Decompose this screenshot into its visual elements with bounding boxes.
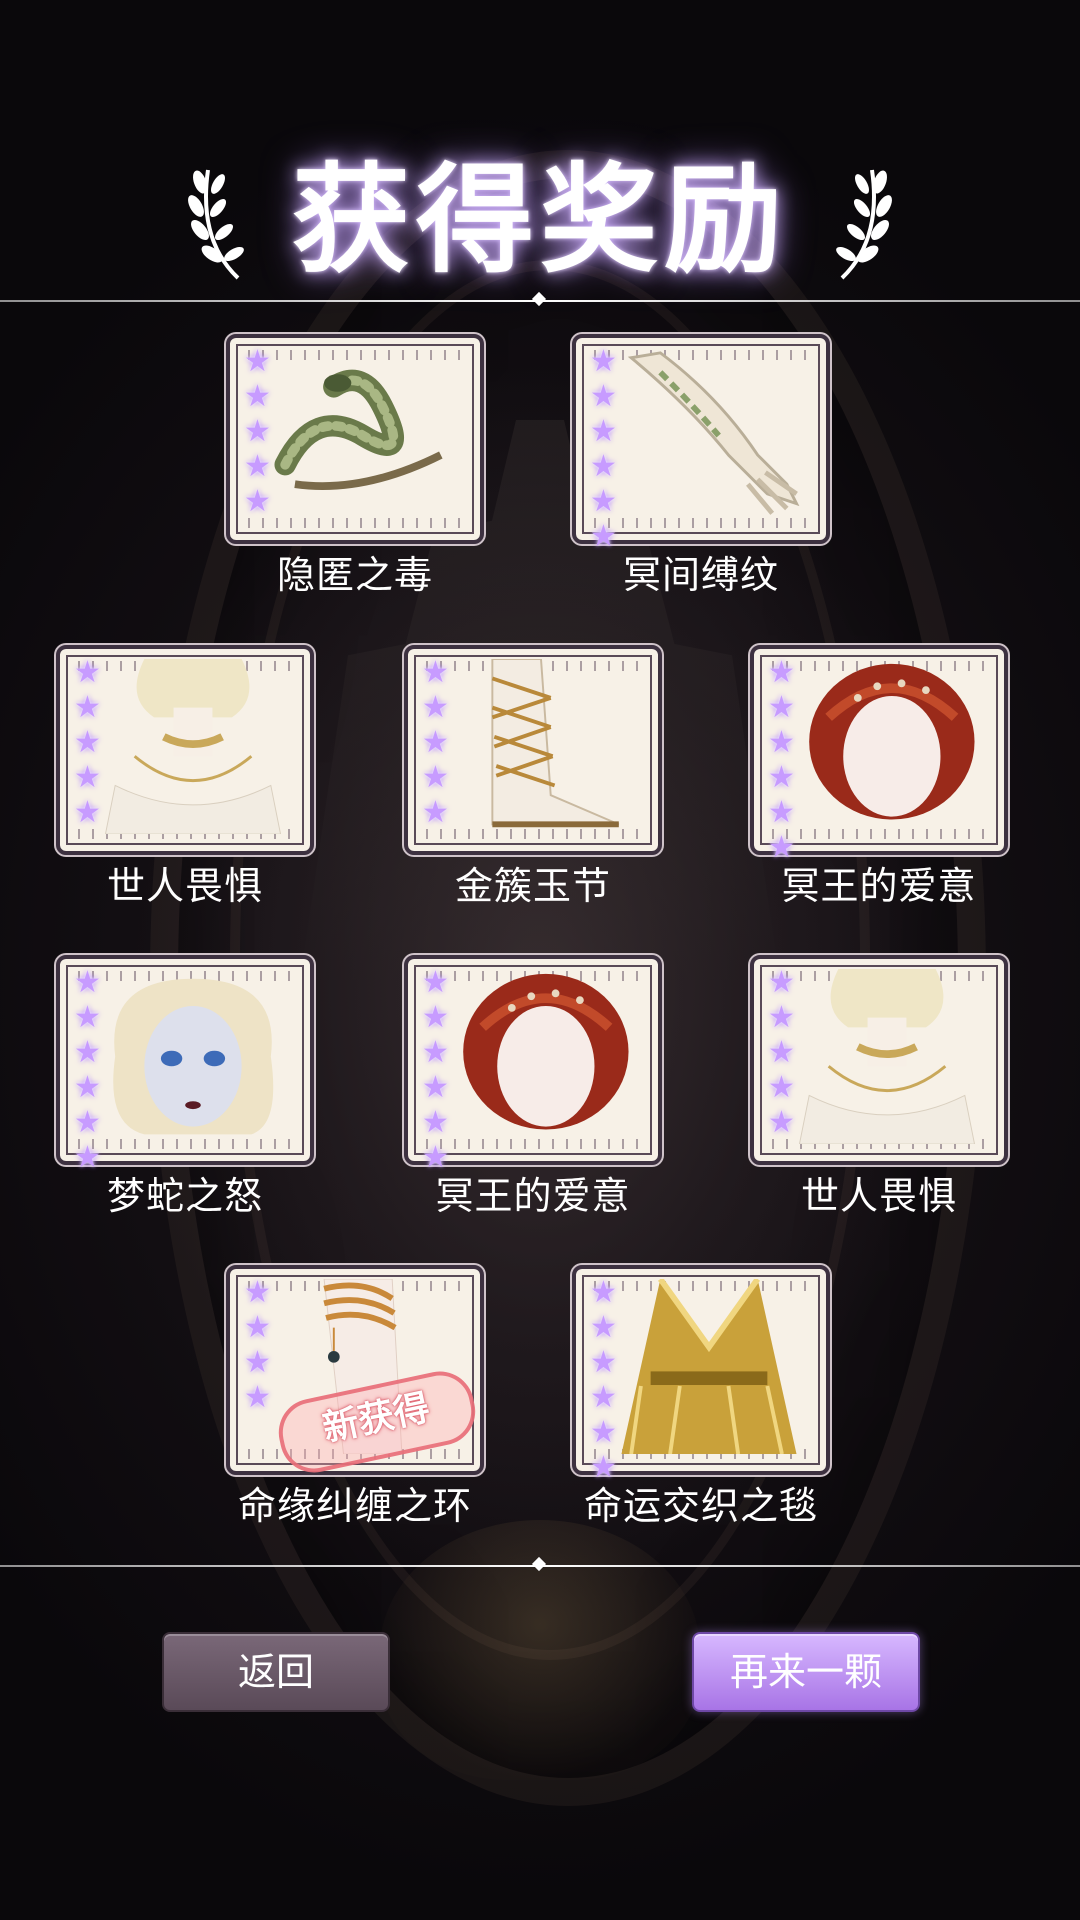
reward-card[interactable]: ★★★★★★ 命运交织之毯 (572, 1265, 830, 1528)
star-icon: ★★★★★ (418, 655, 453, 830)
rarity-stars: ★★★★★ (418, 655, 453, 830)
reward-name: 世人畏惧 (800, 1174, 957, 1218)
reward-name: 世人畏惧 (106, 864, 263, 908)
star-icon: ★★★★★ (70, 655, 105, 830)
reward-card[interactable]: ★★★★★★ 冥王的爱意 (750, 645, 1008, 908)
reward-name: 冥王的爱意 (435, 1174, 631, 1218)
reward-name: 隐匿之毒 (276, 553, 433, 597)
star-icon: ★★★★★★ (764, 655, 799, 865)
reward-card[interactable]: ★★★★ 新获得 命缘纠缠之环 (226, 1265, 484, 1528)
necklace-icon (798, 969, 976, 1145)
reward-name: 命运交织之毯 (583, 1484, 818, 1528)
sandals-icon (491, 659, 620, 828)
face-makeup-icon (113, 978, 274, 1135)
reward-card[interactable]: ★★★★★ 金簇玉节 (404, 645, 662, 908)
page-title: 获得奖励 (291, 150, 788, 289)
title-banner: 获得奖励 (0, 150, 1080, 290)
reward-name: 冥间缚纹 (622, 553, 779, 597)
reward-name: 命缘纠缠之环 (237, 1484, 472, 1528)
reward-card[interactable]: ★★★★★ 世人畏惧 (56, 645, 314, 908)
arm-tattoo-icon (627, 351, 800, 515)
rarity-stars: ★★★★★★ (764, 655, 799, 865)
red-hair-icon (463, 973, 629, 1130)
laurel-right-icon (836, 169, 892, 280)
star-icon: ★★★★★★ (418, 965, 453, 1175)
rarity-stars: ★★★★★★ (418, 965, 453, 1175)
reward-name: 冥王的爱意 (781, 864, 977, 908)
star-icon: ★★★★★★ (586, 344, 621, 554)
gold-dress-icon (621, 1279, 797, 1455)
rarity-stars: ★★★★★ (240, 344, 275, 519)
rarity-stars: ★★★★ (240, 1275, 275, 1415)
rarity-stars: ★★★★★ (70, 655, 105, 830)
draw-again-button[interactable]: 再来一颗 (692, 1632, 920, 1712)
reward-card[interactable]: ★★★★★ 隐匿之毒 (226, 334, 484, 597)
rarity-stars: ★★★★★★ (586, 344, 621, 554)
reward-name: 金簇玉节 (454, 864, 611, 908)
star-icon: ★★★★★ (764, 965, 799, 1140)
reward-card[interactable]: ★★★★★★ 梦蛇之怒 (56, 955, 314, 1218)
snake-bracelet-icon (274, 369, 443, 490)
reward-name: 梦蛇之怒 (106, 1174, 263, 1218)
star-icon: ★★★★ (240, 1275, 275, 1415)
red-hair-icon (809, 663, 975, 820)
necklace-icon (104, 659, 282, 835)
reward-card[interactable]: ★★★★★★ 冥间缚纹 (572, 334, 830, 597)
back-button[interactable]: 返回 (162, 1632, 390, 1712)
rarity-stars: ★★★★★★ (70, 965, 105, 1175)
reward-screen: 获得奖励 ★★★★★ 隐匿之毒 ★★★★★★ 冥间缚纹 ★★★★★ 世人畏惧 ★… (0, 0, 1080, 1920)
rarity-stars: ★★★★★ (764, 965, 799, 1140)
top-divider (0, 291, 1080, 307)
star-icon: ★★★★★ (240, 344, 275, 519)
rarity-stars: ★★★★★★ (586, 1275, 621, 1485)
star-icon: ★★★★★★ (70, 965, 105, 1175)
star-icon: ★★★★★★ (586, 1275, 621, 1485)
bottom-divider (0, 1556, 1080, 1572)
reward-card[interactable]: ★★★★★★ 冥王的爱意 (404, 955, 662, 1218)
reward-card[interactable]: ★★★★★ 世人畏惧 (750, 955, 1008, 1218)
